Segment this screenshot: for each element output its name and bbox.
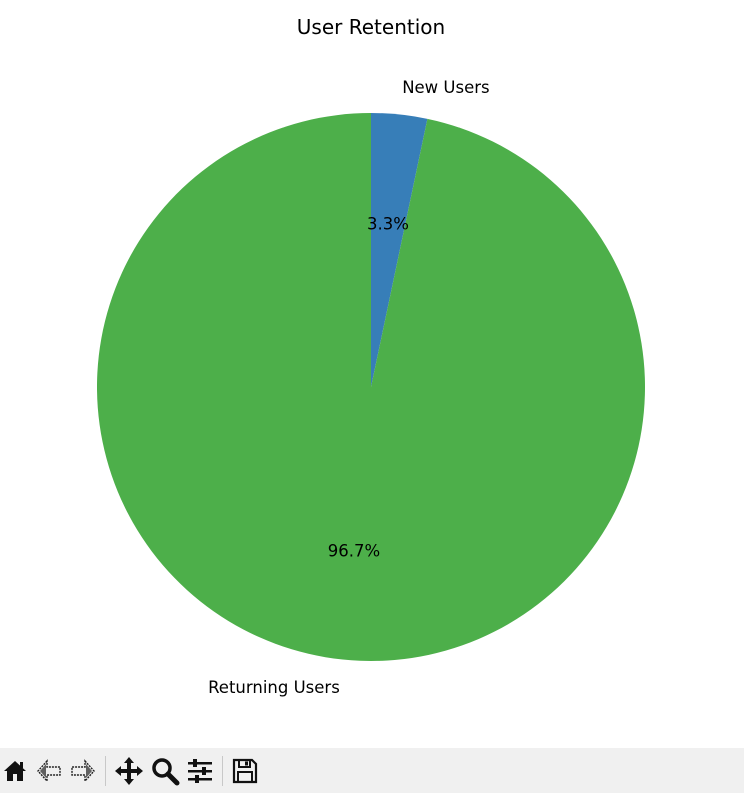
pie-slices [96,113,645,661]
figure-canvas: User Retention New Users 3.3% Returning Us… [0,0,744,748]
back-button[interactable] [34,756,64,786]
pan-button[interactable] [114,756,144,786]
zoom-button[interactable] [150,756,180,786]
pan-icon [115,757,143,785]
navigation-toolbar [0,748,744,793]
zoom-icon [152,758,180,786]
pie-slice-returning-users [96,113,645,661]
forward-icon [71,759,95,783]
save-icon [232,758,258,784]
chart-title: User Retention [297,15,445,39]
forward-button[interactable] [68,756,98,786]
home-button[interactable] [0,756,30,786]
slice-percent-label: 96.7% [328,542,380,561]
configure-subplots-icon [188,759,212,783]
home-icon [4,761,26,781]
pie-chart: User Retention New Users 3.3% Returning Us… [96,15,645,697]
save-button[interactable] [230,756,260,786]
slice-label: Returning Users [208,678,340,697]
slice-label: New Users [402,78,489,97]
configure-subplots-button[interactable] [185,756,215,786]
slice-percent-label: 3.3% [367,214,409,233]
toolbar-separator [105,756,106,786]
toolbar-separator [222,756,223,786]
back-icon [37,759,61,783]
